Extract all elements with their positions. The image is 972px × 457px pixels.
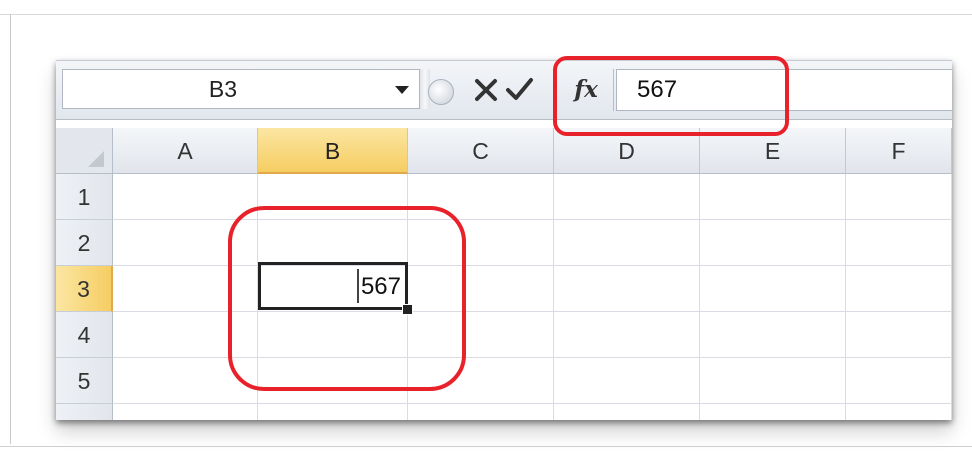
grid-cell[interactable] [700,174,846,220]
grid-cell[interactable] [846,404,952,420]
cell-highlight-annotation [228,206,466,391]
grid-cell[interactable] [554,220,700,266]
grid-cell[interactable] [554,174,700,220]
column-header-a[interactable]: A [113,128,258,174]
cancel-icon[interactable] [472,74,500,104]
grid-cell[interactable] [846,220,952,266]
row-header-4[interactable]: 4 [56,312,113,358]
spreadsheet-window: B3 fx 567 A B C D E F 1 2 3 4 5 567 [56,60,952,420]
grid-cell[interactable] [700,312,846,358]
frame-top-line [0,14,972,15]
enter-icon[interactable] [504,74,534,104]
grid-cell[interactable] [846,358,952,404]
formula-highlight-annotation [553,56,789,136]
dropdown-arrow-icon[interactable] [395,86,409,94]
name-box[interactable]: B3 [62,69,420,109]
column-header-f[interactable]: F [846,128,952,174]
spreadsheet-grid: A B C D E F 1 2 3 4 5 [56,128,952,420]
row-header-5[interactable]: 5 [56,358,113,404]
grid-cell[interactable] [846,266,952,312]
grid-cell[interactable] [846,312,952,358]
grid-cell[interactable] [846,174,952,220]
frame-bottom-line [0,446,972,447]
splitter-grip-icon[interactable] [428,79,454,105]
grid-cell[interactable] [700,266,846,312]
grid-cell[interactable] [554,312,700,358]
formula-bar: B3 fx 567 [56,60,952,120]
row-header-2[interactable]: 2 [56,220,113,266]
grid-cell[interactable] [113,404,258,420]
column-header-b[interactable]: B [258,128,408,174]
row-header-6-partial[interactable] [56,404,113,420]
grid-cell[interactable] [700,404,846,420]
grid-cell[interactable] [700,220,846,266]
select-all-corner[interactable] [56,128,113,174]
grid-cell[interactable] [113,174,258,220]
row-header-1[interactable]: 1 [56,174,113,220]
name-box-value: B3 [208,76,238,102]
grid-cell[interactable] [700,358,846,404]
grid-cell[interactable] [258,404,408,420]
grid-cell[interactable] [554,358,700,404]
select-all-icon [88,151,104,167]
frame-left-line [10,14,11,444]
grid-cell[interactable] [554,404,700,420]
grid-cell[interactable] [408,404,554,420]
grid-cell[interactable] [554,266,700,312]
column-header-c[interactable]: C [408,128,554,174]
row-header-3[interactable]: 3 [56,266,113,312]
